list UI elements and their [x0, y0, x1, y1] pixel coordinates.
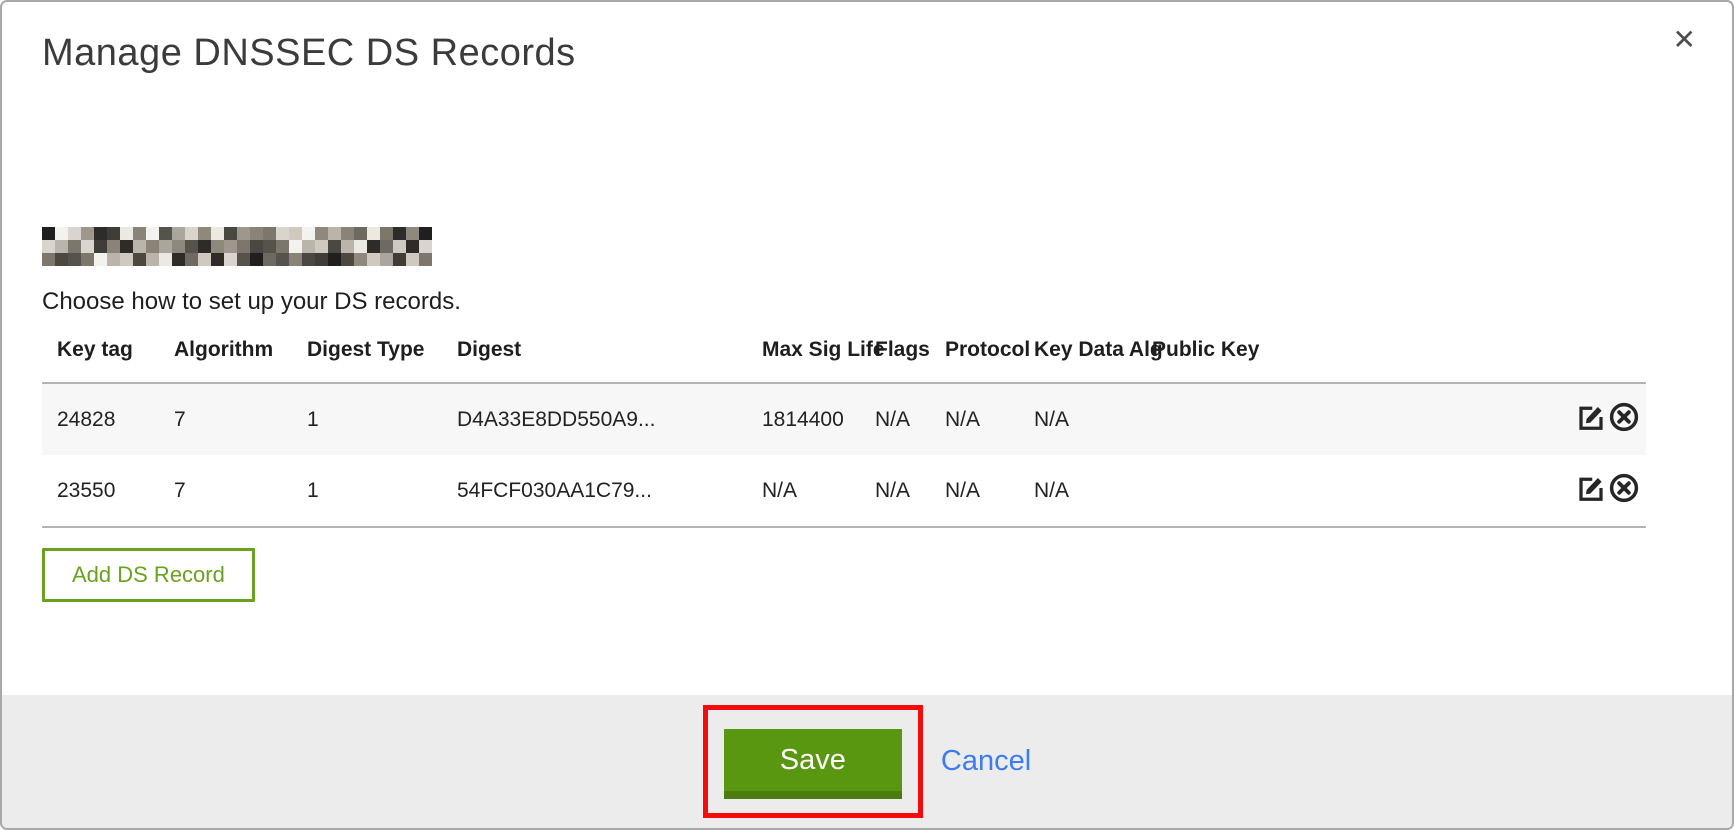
- annotation-highlight-box: Save: [703, 705, 923, 818]
- cell-max-sig-life: 1814400: [747, 383, 860, 455]
- modal-header: Manage DNSSEC DS Records ✕: [2, 2, 1732, 75]
- col-header-max-sig-life: Max Sig Life: [747, 330, 860, 383]
- cell-digest: 54FCF030AA1C79...: [442, 455, 747, 527]
- cell-key-tag: 24828: [42, 383, 159, 455]
- instruction-text: Choose how to set up your DS records.: [42, 288, 1692, 316]
- table-row: 23550 7 1 54FCF030AA1C79... N/A N/A N/A …: [42, 455, 1646, 527]
- cell-algorithm: 7: [159, 455, 292, 527]
- cell-flags: N/A: [860, 455, 930, 527]
- manage-dnssec-modal: Manage DNSSEC DS Records ✕ Choose how to…: [0, 0, 1734, 830]
- col-header-algorithm: Algorithm: [159, 330, 292, 383]
- cell-digest: D4A33E8DD550A9...: [442, 383, 747, 455]
- page-title: Manage DNSSEC DS Records: [42, 32, 1692, 75]
- save-button[interactable]: Save: [724, 729, 902, 799]
- add-ds-record-button[interactable]: Add DS Record: [42, 548, 255, 602]
- cell-key-data-alg: N/A: [1019, 383, 1137, 455]
- cell-public-key: [1137, 383, 1551, 455]
- cancel-link[interactable]: Cancel: [941, 745, 1031, 778]
- modal-body: Choose how to set up your DS records. Ke…: [2, 75, 1732, 695]
- cell-key-tag: 23550: [42, 455, 159, 527]
- cell-algorithm: 7: [159, 383, 292, 455]
- cell-protocol: N/A: [930, 455, 1019, 527]
- cell-max-sig-life: N/A: [747, 455, 860, 527]
- delete-record-icon[interactable]: [1608, 472, 1640, 510]
- col-header-public-key: Public Key: [1137, 330, 1551, 383]
- table-header-row: Key tag Algorithm Digest Type Digest Max…: [42, 330, 1646, 383]
- col-header-protocol: Protocol: [930, 330, 1019, 383]
- col-header-key-data-alg: Key Data Alg: [1019, 330, 1137, 383]
- ds-records-table: Key tag Algorithm Digest Type Digest Max…: [42, 330, 1646, 528]
- edit-record-icon[interactable]: [1576, 402, 1606, 438]
- close-icon[interactable]: ✕: [1673, 26, 1696, 54]
- cell-public-key: [1137, 455, 1551, 527]
- cell-key-data-alg: N/A: [1019, 455, 1137, 527]
- row-actions: [1551, 383, 1646, 455]
- cell-flags: N/A: [860, 383, 930, 455]
- cell-protocol: N/A: [930, 383, 1019, 455]
- col-header-digest: Digest: [442, 330, 747, 383]
- col-header-digest-type: Digest Type: [292, 330, 442, 383]
- modal-footer: Save Cancel: [2, 695, 1732, 828]
- table-row: 24828 7 1 D4A33E8DD550A9... 1814400 N/A …: [42, 383, 1646, 455]
- redacted-domain-name: [42, 227, 432, 266]
- edit-record-icon[interactable]: [1576, 473, 1606, 509]
- delete-record-icon[interactable]: [1608, 401, 1640, 439]
- row-actions: [1551, 455, 1646, 527]
- col-header-actions: [1551, 330, 1646, 383]
- col-header-key-tag: Key tag: [42, 330, 159, 383]
- cell-digest-type: 1: [292, 383, 442, 455]
- cell-digest-type: 1: [292, 455, 442, 527]
